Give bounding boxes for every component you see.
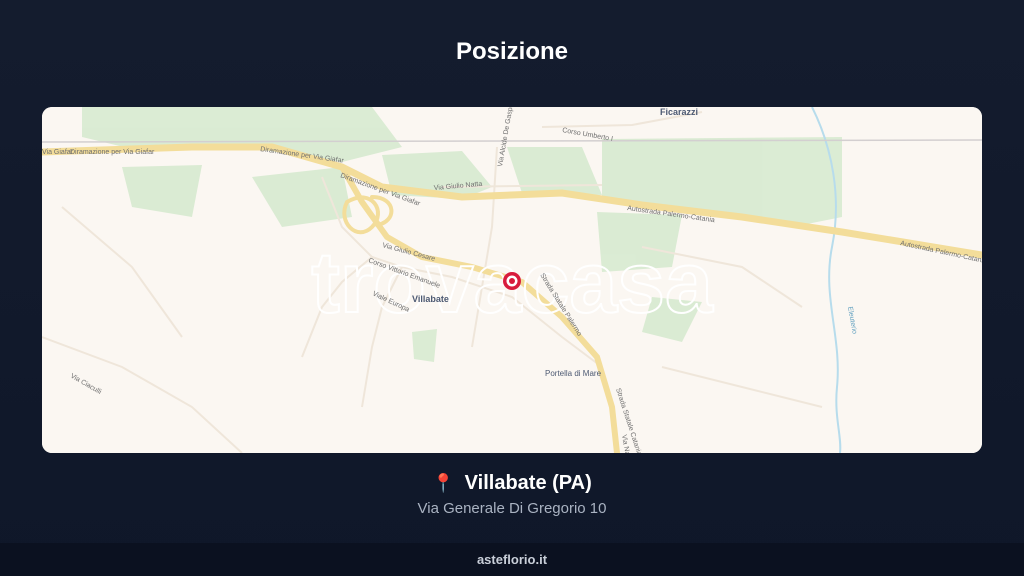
- label-ficarazzi: Ficarazzi: [660, 107, 698, 117]
- footer-site[interactable]: asteflorio.it: [477, 552, 547, 567]
- location-city: Villabate (PA): [464, 472, 592, 494]
- map-canvas[interactable]: trovacasa Ficarazzi Corso Umberto I Via …: [42, 107, 982, 453]
- location-address: Via Generale Di Gregorio 10: [417, 500, 607, 517]
- location-marker-icon[interactable]: [503, 272, 521, 290]
- label-villabate: Villabate: [412, 294, 449, 304]
- map-pin-icon: 📍: [432, 473, 455, 493]
- label-via-giafar: Via Giafar: [42, 149, 74, 156]
- label-portella: Portella di Mare: [545, 369, 602, 378]
- footer-bar: asteflorio.it: [0, 543, 1024, 576]
- location-line: 📍 Villabate (PA): [0, 472, 1024, 495]
- page-title: Posizione: [455, 38, 569, 65]
- label-diramazione-left: Diramazione per Via Giafar: [70, 149, 155, 156]
- map-view[interactable]: trovacasa Ficarazzi Corso Umberto I Via …: [42, 107, 982, 453]
